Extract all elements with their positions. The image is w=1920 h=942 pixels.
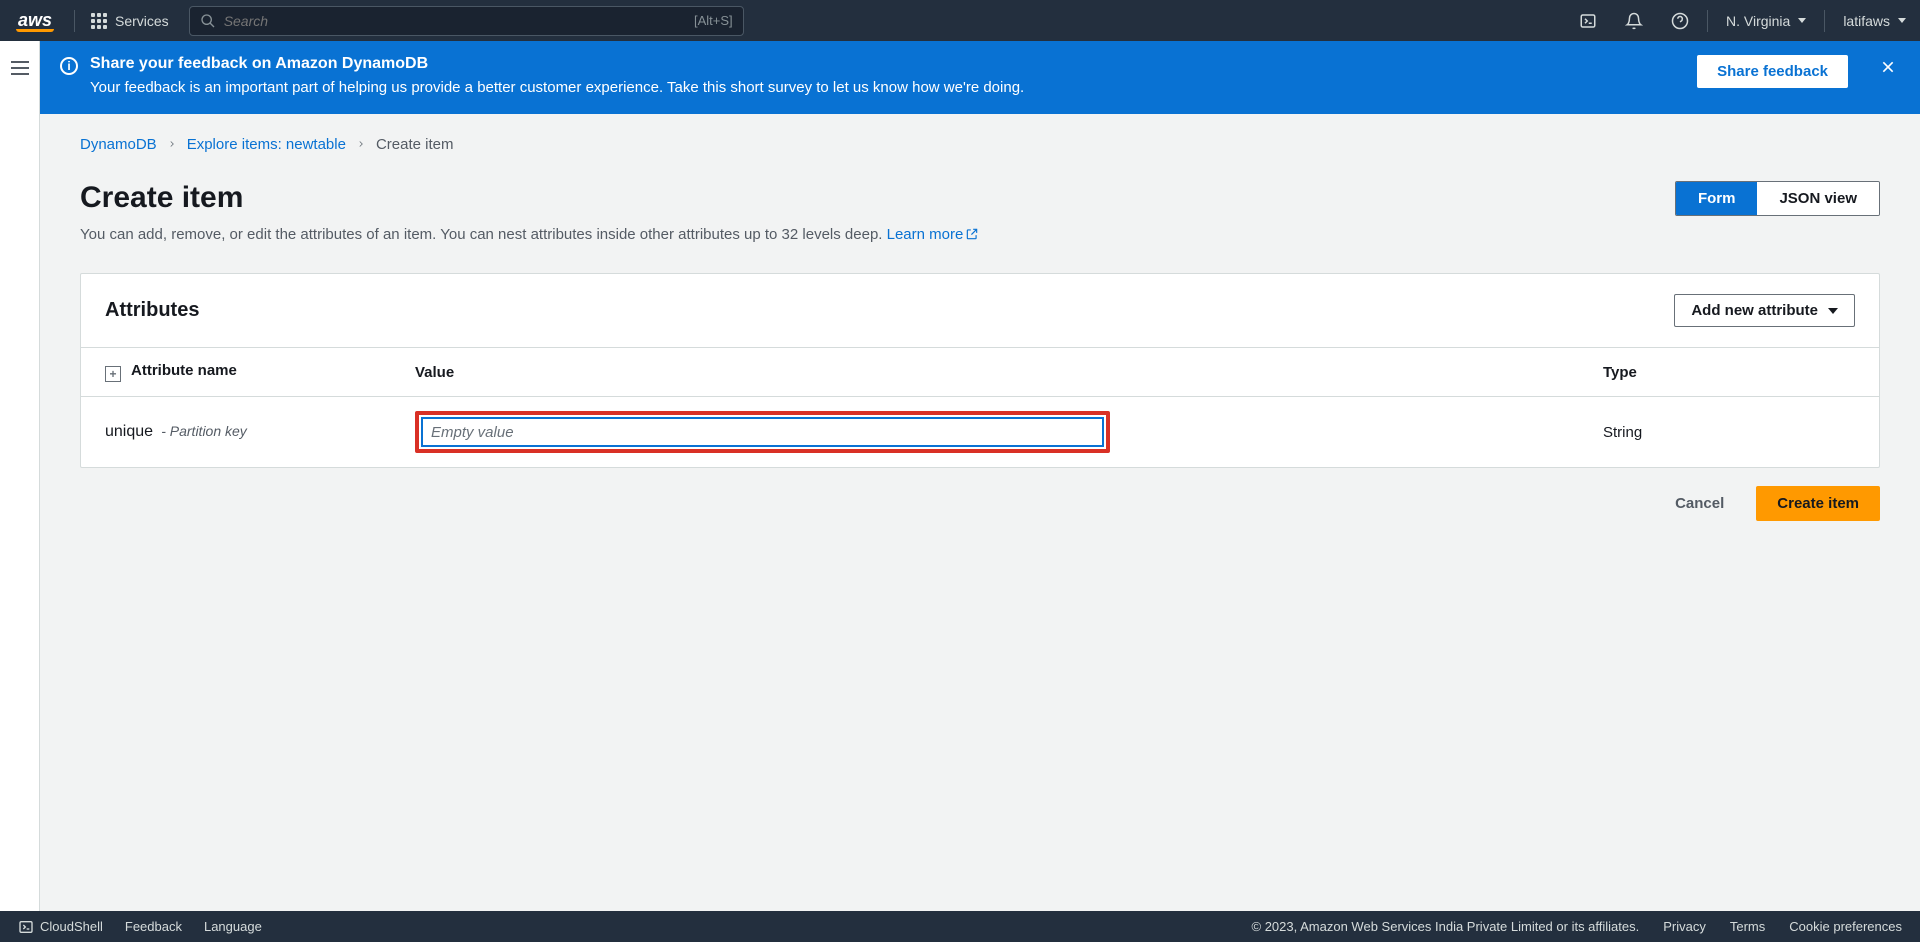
feedback-banner: i Share your feedback on Amazon DynamoDB… <box>40 41 1920 114</box>
panel-title: Attributes <box>105 299 199 322</box>
search-shortcut: [Alt+S] <box>694 13 733 28</box>
value-input[interactable] <box>421 417 1104 447</box>
notifications-icon[interactable] <box>1611 12 1657 30</box>
help-icon[interactable] <box>1657 12 1703 30</box>
copyright-text: © 2023, Amazon Web Services India Privat… <box>1252 919 1640 934</box>
attributes-panel: Attributes Add new attribute + Attribute … <box>80 273 1880 468</box>
aws-logo[interactable]: aws <box>0 10 70 32</box>
expand-all-icon[interactable]: + <box>105 366 121 382</box>
close-icon <box>1880 59 1896 75</box>
view-toggle-json[interactable]: JSON view <box>1757 182 1879 215</box>
column-header-actions <box>1739 348 1879 397</box>
breadcrumb-link-explore-items[interactable]: Explore items: newtable <box>187 136 346 153</box>
user-label: latifaws <box>1843 13 1890 29</box>
divider <box>74 10 75 32</box>
learn-more-link[interactable]: Learn more <box>887 226 980 243</box>
services-menu[interactable]: Services <box>79 13 181 29</box>
breadcrumb: DynamoDB Explore items: newtable Create … <box>80 136 1880 153</box>
table-row: unique - Partition key String <box>81 397 1879 468</box>
services-label: Services <box>115 13 169 29</box>
share-feedback-button[interactable]: Share feedback <box>1697 55 1848 88</box>
attributes-table: + Attribute name Value Type unique - Part… <box>81 348 1879 467</box>
divider <box>1824 10 1825 32</box>
sidebar-collapsed <box>0 41 40 911</box>
attribute-hint: - Partition key <box>161 423 247 439</box>
breadcrumb-link-dynamodb[interactable]: DynamoDB <box>80 136 157 153</box>
search-input[interactable] <box>224 13 694 29</box>
view-toggle: Form JSON view <box>1675 181 1880 216</box>
add-attribute-button[interactable]: Add new attribute <box>1674 294 1855 327</box>
banner-title: Share your feedback on Amazon DynamoDB <box>90 55 1685 73</box>
column-header-type: Type <box>1579 348 1739 397</box>
top-navigation: aws Services [Alt+S] N. Virginia latifaw… <box>0 0 1920 41</box>
page-description: You can add, remove, or edit the attribu… <box>80 226 1880 245</box>
chevron-right-icon <box>356 136 366 153</box>
description-text: You can add, remove, or edit the attribu… <box>80 226 887 243</box>
column-name-label: Attribute name <box>131 362 237 379</box>
create-item-button[interactable]: Create item <box>1756 486 1880 521</box>
learn-more-label: Learn more <box>887 226 964 243</box>
info-icon: i <box>60 57 78 75</box>
cloudshell-icon <box>18 919 34 935</box>
sidebar-toggle[interactable] <box>11 61 29 75</box>
search-icon <box>200 13 216 29</box>
page-title: Create item <box>80 181 243 215</box>
account-menu[interactable]: latifaws <box>1829 13 1920 29</box>
view-toggle-form[interactable]: Form <box>1676 182 1758 215</box>
column-header-name: + Attribute name <box>81 348 391 397</box>
add-attribute-label: Add new attribute <box>1691 302 1818 319</box>
banner-description: Your feedback is an important part of he… <box>90 79 1685 96</box>
feedback-link[interactable]: Feedback <box>125 919 182 934</box>
close-banner-button[interactable] <box>1876 55 1900 84</box>
footer: CloudShell Feedback Language © 2023, Ama… <box>0 911 1920 942</box>
attribute-name: unique <box>105 423 153 440</box>
external-link-icon <box>965 227 979 245</box>
region-label: N. Virginia <box>1726 13 1790 29</box>
privacy-link[interactable]: Privacy <box>1663 919 1706 934</box>
main-content: i Share your feedback on Amazon DynamoDB… <box>40 41 1920 911</box>
search-bar[interactable]: [Alt+S] <box>189 6 744 36</box>
grid-icon <box>91 13 107 29</box>
region-selector[interactable]: N. Virginia <box>1712 13 1820 29</box>
column-header-value: Value <box>391 348 1579 397</box>
cloudshell-nav-icon[interactable] <box>1565 12 1611 30</box>
language-link[interactable]: Language <box>204 919 262 934</box>
cloudshell-button[interactable]: CloudShell <box>18 919 103 935</box>
caret-down-icon <box>1898 18 1906 23</box>
cancel-button[interactable]: Cancel <box>1657 486 1742 521</box>
terms-link[interactable]: Terms <box>1730 919 1765 934</box>
caret-down-icon <box>1828 308 1838 314</box>
value-highlight <box>415 411 1110 453</box>
cloudshell-label: CloudShell <box>40 919 103 934</box>
chevron-right-icon <box>167 136 177 153</box>
attribute-type: String <box>1579 397 1739 468</box>
cookie-preferences-link[interactable]: Cookie preferences <box>1789 919 1902 934</box>
form-actions: Cancel Create item <box>80 486 1880 521</box>
breadcrumb-current: Create item <box>376 136 454 153</box>
divider <box>1707 10 1708 32</box>
caret-down-icon <box>1798 18 1806 23</box>
